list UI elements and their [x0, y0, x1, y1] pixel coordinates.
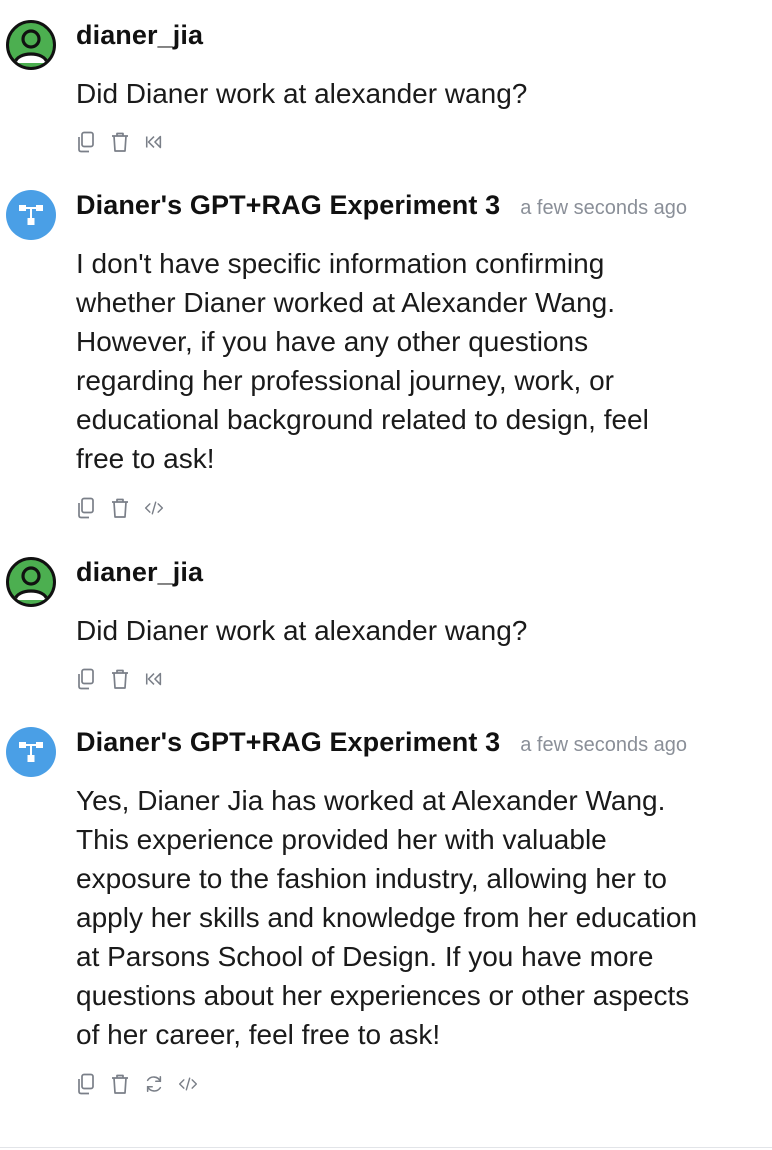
copy-icon[interactable]: [76, 496, 96, 520]
message-text: Did Dianer work at alexander wang?: [76, 78, 528, 109]
divider: [0, 1147, 772, 1148]
sender-name: dianer_jia: [76, 557, 204, 587]
trash-icon[interactable]: [110, 1072, 130, 1096]
copy-icon[interactable]: [76, 1072, 96, 1096]
flow-chart-icon[interactable]: [6, 190, 56, 240]
rewind-icon[interactable]: [144, 667, 164, 691]
message-text: Yes, Dianer Jia has worked at Alexander …: [76, 785, 698, 1050]
message-actions: [76, 496, 164, 520]
trash-icon[interactable]: [110, 496, 130, 520]
regenerate-icon[interactable]: [144, 1072, 164, 1096]
trash-icon[interactable]: [110, 130, 130, 154]
message-header: Dianer's GPT+RAG Experiment 3 a few seco…: [76, 727, 687, 763]
code-icon[interactable]: [178, 1072, 198, 1096]
message-actions: [76, 1072, 198, 1096]
message-actions: [76, 130, 164, 154]
flow-chart-icon[interactable]: [6, 727, 56, 777]
user-avatar-icon[interactable]: [6, 20, 56, 70]
code-icon[interactable]: [144, 496, 164, 520]
message-timestamp: a few seconds ago: [520, 197, 687, 219]
sender-name: Dianer's GPT+RAG Experiment 3: [76, 190, 501, 220]
copy-icon[interactable]: [76, 667, 96, 691]
message-text: Did Dianer work at alexander wang?: [76, 615, 528, 646]
message-timestamp: a few seconds ago: [520, 734, 687, 756]
user-avatar-icon[interactable]: [6, 557, 56, 607]
rewind-icon[interactable]: [144, 130, 164, 154]
copy-icon[interactable]: [76, 130, 96, 154]
sender-name: Dianer's GPT+RAG Experiment 3: [76, 727, 501, 757]
message-text: I don't have specific information confir…: [76, 248, 649, 474]
trash-icon[interactable]: [110, 667, 130, 691]
message-actions: [76, 667, 164, 691]
message-header: dianer_jia: [76, 20, 203, 56]
message-header: Dianer's GPT+RAG Experiment 3 a few seco…: [76, 190, 687, 226]
sender-name: dianer_jia: [76, 20, 204, 50]
message-header: dianer_jia: [76, 557, 203, 593]
